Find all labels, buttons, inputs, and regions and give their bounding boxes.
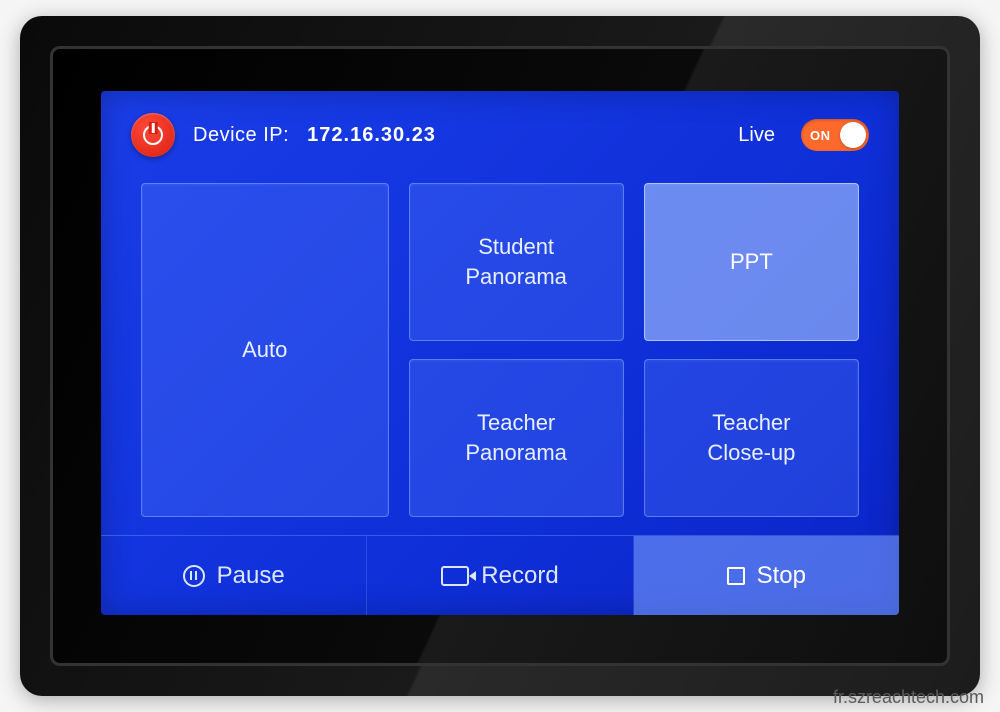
record-button[interactable]: Record <box>367 536 633 615</box>
pause-icon <box>183 565 205 587</box>
toggle-state-label: ON <box>810 128 831 143</box>
mode-grid: Auto Student Panorama PPT Teacher Panora… <box>101 175 899 535</box>
device-bezel: Device IP: 172.16.30.23 Live ON Auto Stu… <box>50 46 950 666</box>
mode-label: Teacher Close-up <box>707 408 795 467</box>
device-ip-label: Device IP: <box>193 124 289 147</box>
pause-label: Pause <box>217 562 285 590</box>
device-frame: Device IP: 172.16.30.23 Live ON Auto Stu… <box>20 16 980 696</box>
mode-student-panorama-button[interactable]: Student Panorama <box>409 183 624 341</box>
mode-teacher-closeup-button[interactable]: Teacher Close-up <box>644 359 859 517</box>
stop-button[interactable]: Stop <box>634 536 899 615</box>
stop-icon <box>727 567 745 585</box>
live-toggle[interactable]: ON <box>801 119 869 151</box>
device-ip-value: 172.16.30.23 <box>307 124 436 147</box>
record-label: Record <box>481 562 558 590</box>
watermark-text: fr.szreachtech.com <box>833 687 984 708</box>
mode-teacher-panorama-button[interactable]: Teacher Panorama <box>409 359 624 517</box>
mode-label: Student Panorama <box>465 232 567 291</box>
mode-auto-button[interactable]: Auto <box>141 183 389 517</box>
stop-label: Stop <box>757 562 806 590</box>
header-bar: Device IP: 172.16.30.23 Live ON <box>101 91 899 175</box>
mode-ppt-button[interactable]: PPT <box>644 183 859 341</box>
live-label: Live <box>738 124 775 147</box>
toggle-knob <box>840 122 866 148</box>
power-button[interactable] <box>131 113 175 157</box>
mode-label: Auto <box>242 335 287 365</box>
pause-button[interactable]: Pause <box>101 536 367 615</box>
footer-bar: Pause Record Stop <box>101 535 899 615</box>
touchscreen: Device IP: 172.16.30.23 Live ON Auto Stu… <box>101 91 899 615</box>
power-icon <box>143 125 163 145</box>
mode-label: Teacher Panorama <box>465 408 567 467</box>
record-icon <box>441 566 469 586</box>
mode-label: PPT <box>730 247 773 277</box>
